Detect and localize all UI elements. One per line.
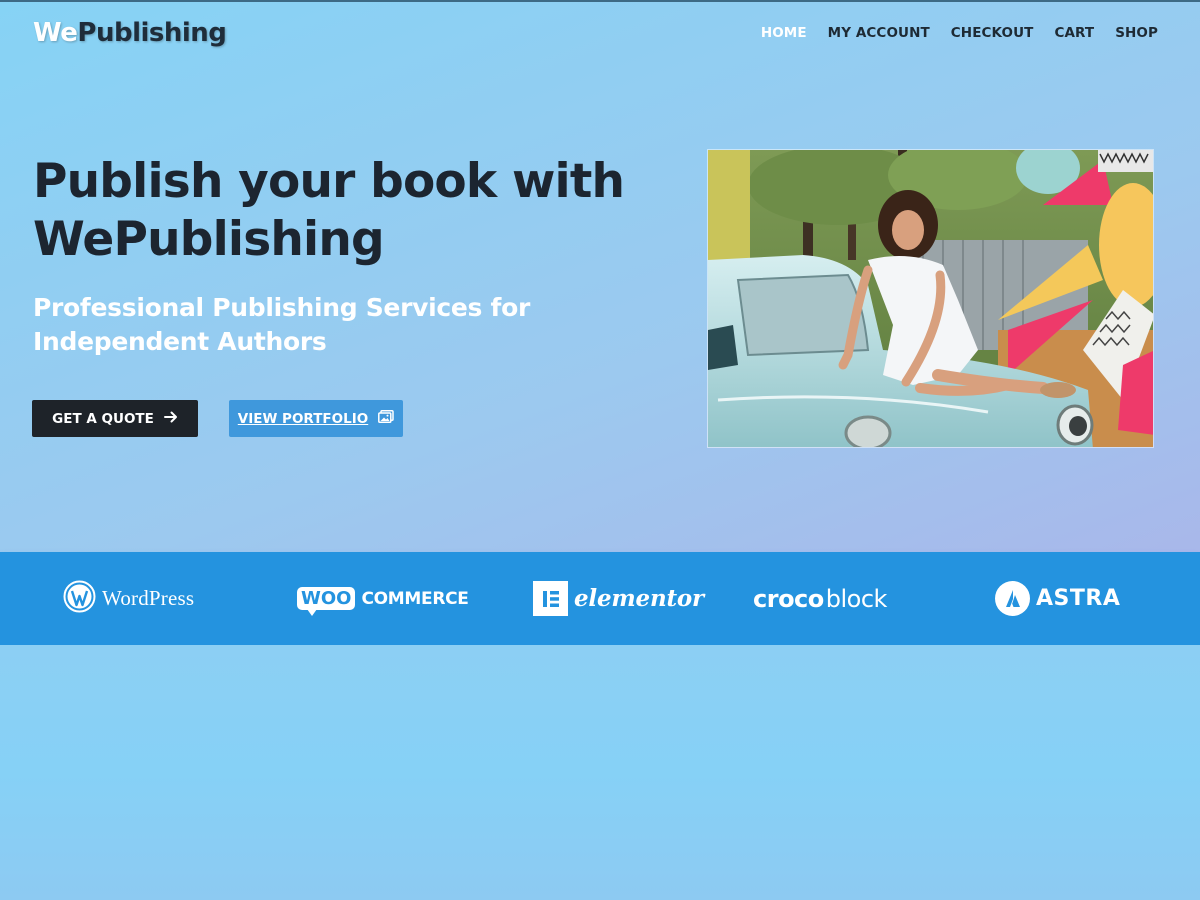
elementor-text: elementor bbox=[574, 585, 704, 612]
croco-text: croco bbox=[753, 584, 824, 613]
logo-part-we: We bbox=[33, 18, 78, 48]
hero-title: Publish your book with WePublishing bbox=[33, 153, 633, 269]
nav-shop[interactable]: SHOP bbox=[1115, 25, 1158, 41]
hero-subtitle: Professional Publishing Services for Ind… bbox=[33, 291, 593, 359]
partner-logos-band: WordPress WOO COMMERCE elementor croco b… bbox=[0, 552, 1200, 645]
astra-logo: ASTRA bbox=[995, 552, 1120, 645]
elementor-logo: elementor bbox=[533, 552, 704, 645]
commerce-text: COMMERCE bbox=[361, 588, 469, 609]
astra-text: ASTRA bbox=[1036, 586, 1121, 611]
elementor-icon bbox=[533, 581, 568, 616]
nav-my-account[interactable]: MY ACCOUNT bbox=[828, 25, 930, 41]
wordpress-icon bbox=[63, 580, 96, 618]
hero-title-line1: Publish your book with bbox=[33, 154, 625, 209]
lower-section bbox=[0, 645, 1200, 900]
woo-badge: WOO bbox=[297, 587, 356, 616]
site-logo[interactable]: WePublishing bbox=[33, 18, 227, 48]
get-a-quote-label: GET A QUOTE bbox=[52, 410, 154, 427]
hero-photo bbox=[707, 149, 1154, 448]
image-icon bbox=[378, 410, 394, 427]
hero-title-line2: WePublishing bbox=[33, 212, 385, 267]
crocoblock-logo: croco block bbox=[753, 552, 887, 645]
hero-subtitle-line2: Independent Authors bbox=[33, 327, 327, 356]
nav-cart[interactable]: CART bbox=[1054, 25, 1094, 41]
wordpress-text: WordPress bbox=[102, 586, 195, 610]
astra-icon bbox=[995, 581, 1030, 616]
nav-checkout[interactable]: CHECKOUT bbox=[951, 25, 1034, 41]
wordpress-logo: WordPress bbox=[63, 552, 194, 645]
view-portfolio-button[interactable]: VIEW PORTFOLIO bbox=[229, 400, 403, 437]
nav-home[interactable]: HOME bbox=[761, 25, 807, 41]
block-text: block bbox=[825, 584, 888, 613]
arrow-right-icon bbox=[163, 411, 178, 427]
get-a-quote-button[interactable]: GET A QUOTE bbox=[32, 400, 198, 437]
hero-subtitle-line1: Professional Publishing Services for bbox=[33, 293, 531, 322]
woocommerce-logo: WOO COMMERCE bbox=[297, 552, 469, 645]
main-nav: HOME MY ACCOUNT CHECKOUT CART SHOP bbox=[761, 25, 1158, 41]
logo-part-publishing: Publishing bbox=[77, 18, 227, 48]
window-top-strip bbox=[0, 0, 1200, 2]
view-portfolio-label: VIEW PORTFOLIO bbox=[237, 410, 369, 427]
